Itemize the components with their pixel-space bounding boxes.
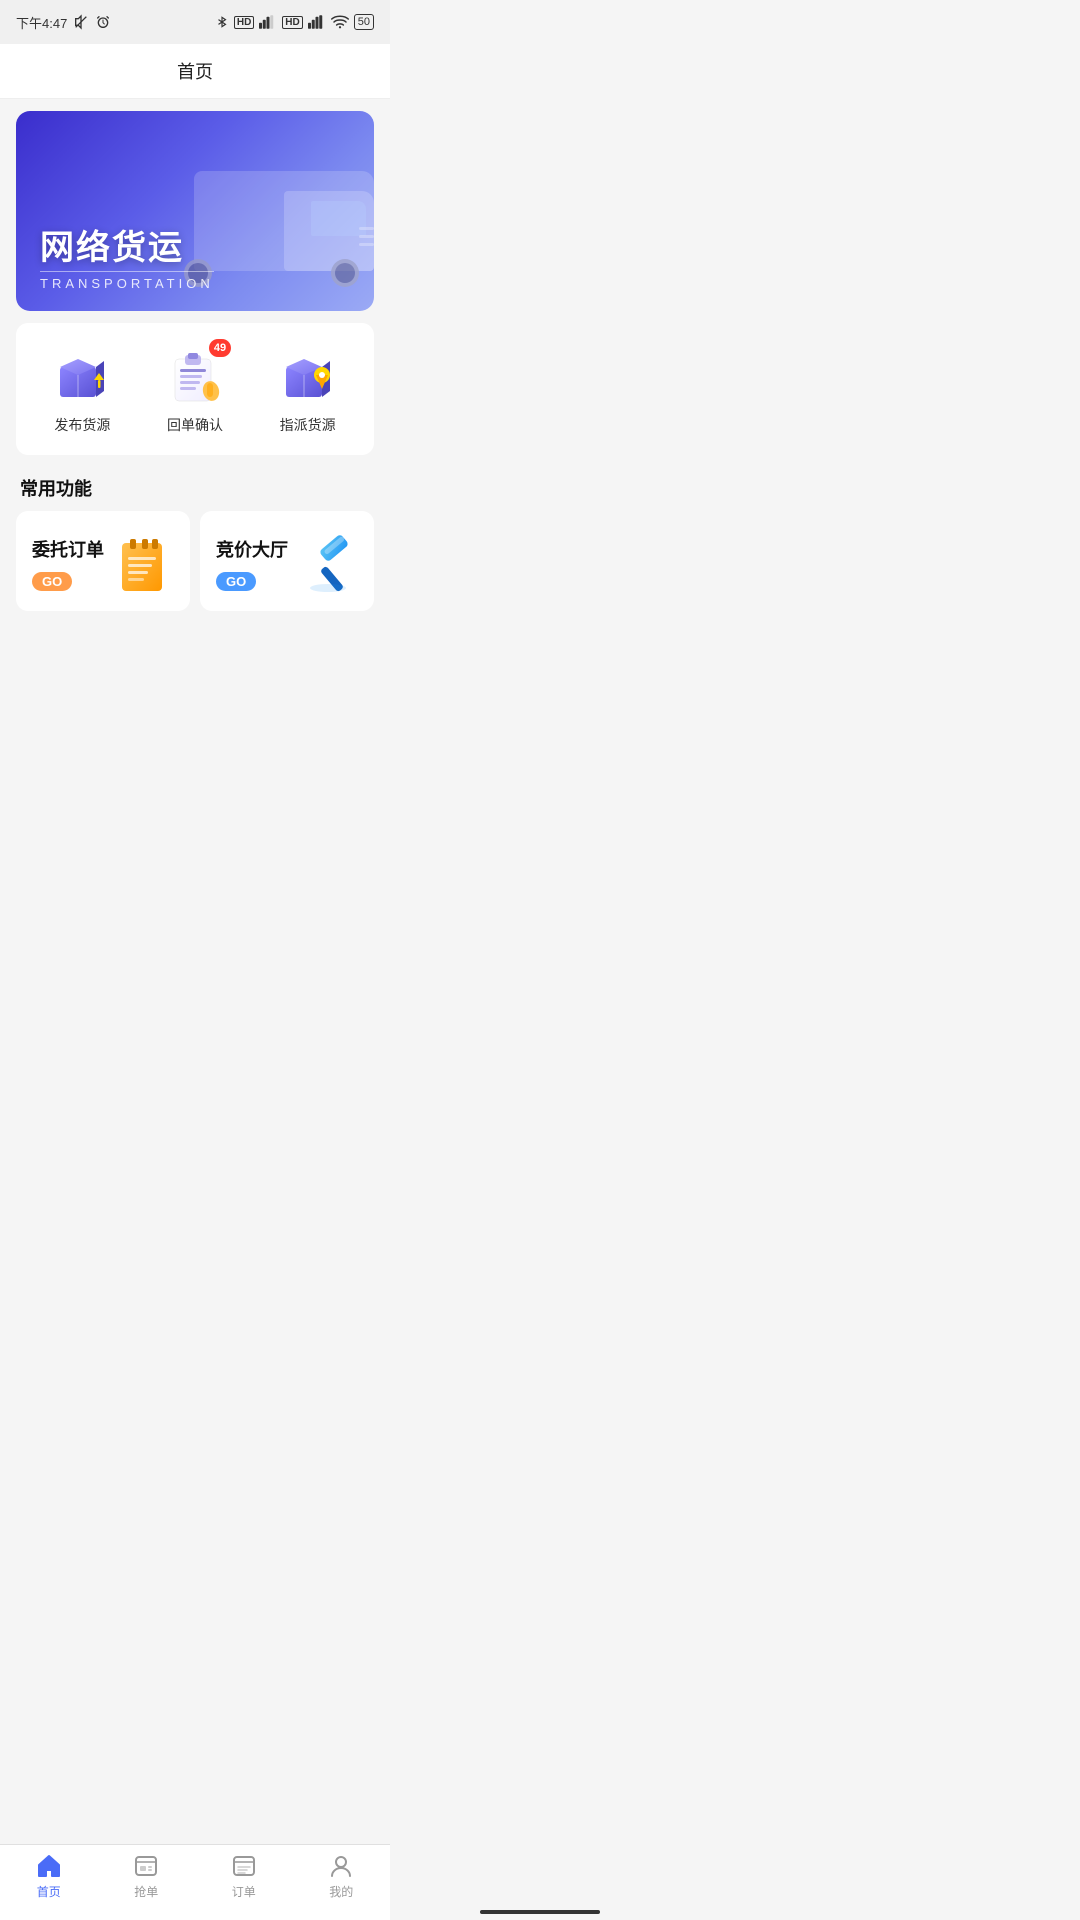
hd-label1: HD [234, 16, 254, 29]
delegate-order-icon [114, 533, 174, 593]
action-confirm[interactable]: 49 [155, 343, 235, 435]
section-title-row: 常用功能 [0, 467, 390, 511]
function-card-delegate-left: 委托订单 GO [32, 536, 104, 591]
function-card-auction[interactable]: 竞价大厅 GO [200, 511, 374, 611]
function-card-delegate-name: 委托订单 [32, 536, 104, 562]
grab-nav-icon [133, 1853, 159, 1879]
truck-window [311, 201, 366, 236]
wifi-icon [331, 15, 349, 29]
auction-hall-icon [298, 533, 358, 593]
function-card-delegate-go: GO [32, 572, 72, 591]
function-grid: 委托订单 GO [16, 511, 374, 611]
alarm-icon [95, 14, 111, 30]
status-bar: 下午4:47 HD HD [0, 0, 390, 44]
signal-icon2 [308, 15, 326, 29]
mine-nav-icon [328, 1853, 354, 1879]
home-nav-icon [36, 1853, 62, 1879]
action-assign-label: 指派货源 [280, 415, 336, 435]
section-title: 常用功能 [20, 479, 92, 499]
banner-title: 网络货运 [40, 230, 214, 267]
action-confirm-label: 回单确认 [167, 415, 223, 435]
nav-item-order[interactable]: 订单 [195, 1853, 293, 1900]
mute-icon [73, 14, 89, 30]
bottom-indicator [480, 1910, 600, 1914]
bottom-nav: 首页 抢单 订单 我的 [0, 1844, 390, 1920]
action-assign-icon-wrap [276, 343, 340, 407]
function-card-auction-left: 竞价大厅 GO [216, 536, 288, 591]
assign-icon [278, 345, 338, 405]
nav-item-grab[interactable]: 抢单 [98, 1853, 196, 1900]
truck-grille [359, 216, 374, 256]
status-right: HD HD 50 [215, 14, 374, 30]
order-nav-icon [231, 1853, 257, 1879]
quick-actions: 发布货源 49 [16, 323, 374, 455]
action-assign[interactable]: 指派货源 [268, 343, 348, 435]
page-title: 首页 [177, 62, 213, 82]
function-card-delegate[interactable]: 委托订单 GO [16, 511, 190, 611]
banner-text: 网络货运 TRANSPORTATION [40, 230, 214, 291]
nav-item-mine[interactable]: 我的 [293, 1853, 391, 1900]
publish-icon [52, 345, 112, 405]
nav-label-mine: 我的 [329, 1883, 353, 1900]
truck-wheel-rear [331, 259, 359, 287]
time-display: 下午4:47 [16, 13, 67, 32]
banner: 网络货运 TRANSPORTATION [16, 111, 374, 311]
function-card-auction-go: GO [216, 572, 256, 591]
battery-icon: 50 [354, 14, 374, 30]
function-card-auction-name: 竞价大厅 [216, 536, 288, 562]
nav-label-order: 订单 [232, 1883, 256, 1900]
page-header: 首页 [0, 44, 390, 99]
nav-label-grab: 抢单 [134, 1883, 158, 1900]
bluetooth-icon [215, 14, 229, 30]
action-confirm-badge: 49 [209, 339, 231, 357]
action-confirm-icon-wrap: 49 [163, 343, 227, 407]
action-publish-icon-wrap [50, 343, 114, 407]
action-publish[interactable]: 发布货源 [42, 343, 122, 435]
nav-item-home[interactable]: 首页 [0, 1853, 98, 1900]
signal-icon1 [259, 15, 277, 29]
nav-label-home: 首页 [37, 1883, 61, 1900]
action-publish-label: 发布货源 [54, 415, 110, 435]
banner-subtitle: TRANSPORTATION [40, 271, 214, 291]
hd-label2: HD [282, 16, 302, 29]
status-left: 下午4:47 [16, 13, 111, 32]
